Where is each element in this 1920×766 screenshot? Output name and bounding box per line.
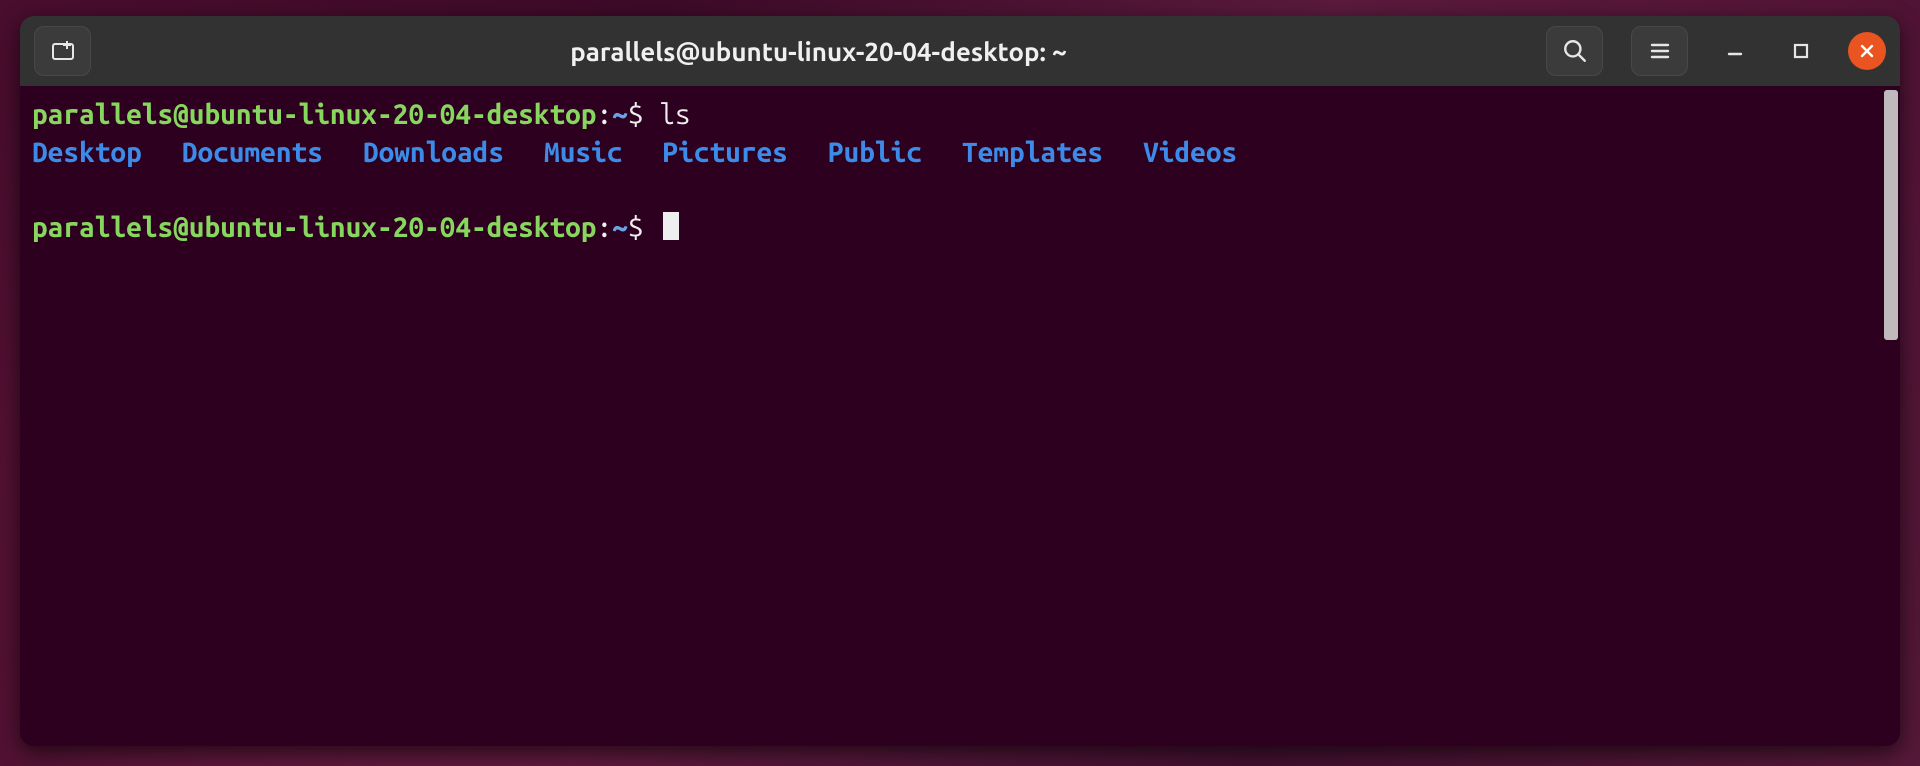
- close-icon: [1859, 43, 1875, 59]
- prompt-colon: :: [596, 212, 612, 243]
- ls-dir: Pictures: [662, 137, 787, 168]
- minimize-button[interactable]: [1716, 32, 1754, 70]
- prompt-colon: :: [596, 99, 612, 130]
- minimize-icon: [1726, 42, 1744, 60]
- prompt-user-host: parallels@ubuntu-linux-20-04-desktop: [32, 212, 596, 243]
- terminal-body[interactable]: parallels@ubuntu-linux-20-04-desktop:~$ …: [20, 86, 1900, 746]
- close-button[interactable]: [1848, 32, 1886, 70]
- new-tab-icon: [49, 39, 77, 63]
- prompt-path: ~: [612, 212, 628, 243]
- prompt-line-2: parallels@ubuntu-linux-20-04-desktop:~$: [32, 209, 1888, 247]
- menu-button[interactable]: [1631, 26, 1688, 76]
- ls-dir: Music: [544, 137, 622, 168]
- ls-output: Desktop Documents Downloads Music Pictures Pu…: [32, 134, 1888, 172]
- prompt-dollar: $: [628, 212, 644, 243]
- prompt-dollar: $: [628, 99, 644, 130]
- terminal-window: parallels@ubuntu-linux-20-04-desktop: ~: [20, 16, 1900, 746]
- prompt-line-1: parallels@ubuntu-linux-20-04-desktop:~$ …: [32, 96, 1888, 134]
- maximize-button[interactable]: [1782, 32, 1820, 70]
- ls-dir: Templates: [962, 137, 1103, 168]
- titlebar-right: [1546, 26, 1886, 76]
- ls-dir: Documents: [182, 137, 323, 168]
- hamburger-icon: [1648, 39, 1672, 63]
- ls-dir: Public: [828, 137, 922, 168]
- titlebar[interactable]: parallels@ubuntu-linux-20-04-desktop: ~: [20, 16, 1900, 86]
- maximize-icon: [1792, 42, 1810, 60]
- ls-dir: Downloads: [363, 137, 504, 168]
- search-icon: [1562, 38, 1588, 64]
- ls-dir: Videos: [1143, 137, 1237, 168]
- cursor: [663, 212, 679, 240]
- prompt-user-host: parallels@ubuntu-linux-20-04-desktop: [32, 99, 596, 130]
- prompt-path: ~: [612, 99, 628, 130]
- scrollbar-thumb[interactable]: [1884, 90, 1898, 340]
- command-text: ls: [659, 99, 690, 130]
- search-button[interactable]: [1546, 26, 1603, 76]
- ls-dir: Desktop: [32, 137, 142, 168]
- window-title: parallels@ubuntu-linux-20-04-desktop: ~: [99, 37, 1538, 66]
- new-tab-button[interactable]: [34, 26, 91, 76]
